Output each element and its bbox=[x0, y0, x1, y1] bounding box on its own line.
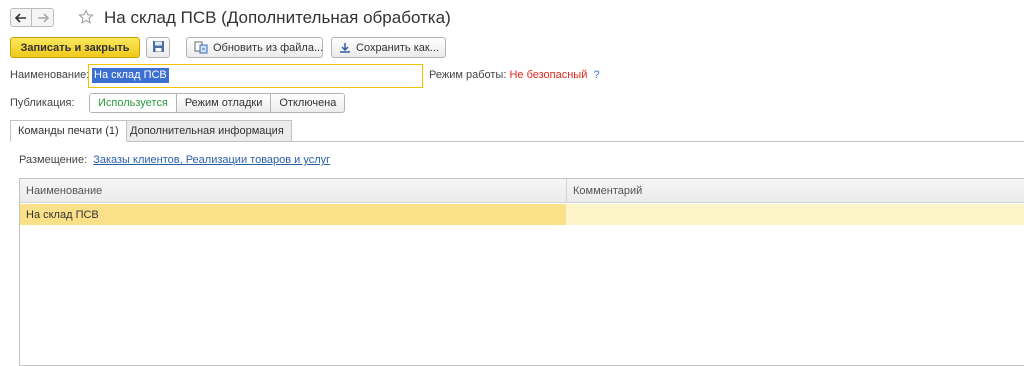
save-button[interactable] bbox=[146, 37, 170, 58]
help-icon[interactable]: ? bbox=[593, 69, 599, 81]
save-as-label: Сохранить как... bbox=[356, 41, 439, 54]
arrow-left-icon bbox=[15, 12, 27, 23]
update-from-file-button[interactable]: Обновить из файла... bbox=[186, 37, 323, 58]
publication-label: Публикация: bbox=[10, 97, 75, 109]
name-input-value: На склад ПСВ bbox=[92, 68, 169, 83]
placement-row: Размещение: Заказы клиентов, Реализации … bbox=[19, 154, 330, 166]
print-commands-table: Наименование Комментарий На склад ПСВ bbox=[19, 178, 1024, 366]
download-icon bbox=[339, 42, 351, 54]
placement-label: Размещение: bbox=[19, 154, 88, 166]
publication-option-disabled[interactable]: Отключена bbox=[271, 94, 345, 112]
forward-button[interactable] bbox=[32, 8, 54, 27]
publication-switch: Используется Режим отладки Отключена bbox=[89, 93, 346, 113]
publication-option-used[interactable]: Используется bbox=[90, 94, 177, 112]
table-cell-comment bbox=[566, 204, 1024, 225]
arrow-right-icon bbox=[37, 12, 49, 23]
star-icon[interactable] bbox=[78, 9, 94, 28]
table-header: Наименование Комментарий bbox=[20, 179, 1024, 203]
tab-print-commands[interactable]: Команды печати (1) bbox=[10, 120, 127, 142]
name-input[interactable]: На склад ПСВ bbox=[88, 64, 423, 88]
tab-divider bbox=[10, 141, 1024, 142]
name-label: Наименование: bbox=[10, 69, 90, 81]
mode-row: Режим работы: Не безопасный ? bbox=[429, 69, 600, 81]
placement-link[interactable]: Заказы клиентов, Реализации товаров и ус… bbox=[93, 154, 330, 166]
back-button[interactable] bbox=[10, 8, 32, 27]
mode-value-link[interactable]: Не безопасный bbox=[509, 69, 587, 81]
table-row[interactable]: На склад ПСВ bbox=[20, 204, 1024, 225]
save-and-close-button[interactable]: Записать и закрыть bbox=[10, 37, 140, 58]
column-header-comment[interactable]: Комментарий bbox=[567, 179, 642, 203]
mode-label: Режим работы: bbox=[429, 69, 507, 81]
column-header-name[interactable]: Наименование bbox=[20, 179, 566, 203]
table-cell-name: На склад ПСВ bbox=[20, 204, 566, 225]
update-file-icon bbox=[194, 41, 208, 54]
update-from-file-label: Обновить из файла... bbox=[213, 41, 324, 54]
save-as-button[interactable]: Сохранить как... bbox=[331, 37, 446, 58]
floppy-icon bbox=[152, 40, 165, 56]
publication-option-debug[interactable]: Режим отладки bbox=[176, 94, 272, 112]
page-title: На склад ПСВ (Дополнительная обработка) bbox=[104, 8, 451, 27]
tab-additional-info[interactable]: Дополнительная информация bbox=[122, 120, 292, 142]
